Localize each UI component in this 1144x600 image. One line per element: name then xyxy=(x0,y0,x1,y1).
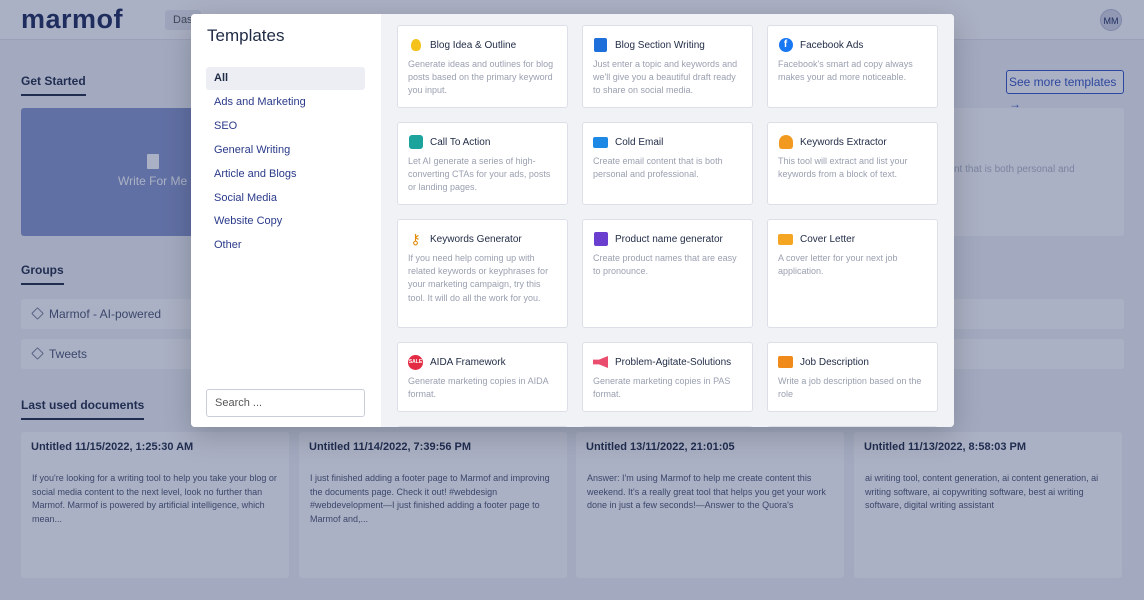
category-ads-marketing[interactable]: Ads and Marketing xyxy=(206,91,365,114)
template-description: Create product names that are easy to pr… xyxy=(593,253,737,277)
template-name: Blog Idea & Outline xyxy=(430,39,517,51)
template-description: Generate ideas and outlines for blog pos… xyxy=(408,59,554,96)
template-card-partial[interactable] xyxy=(767,426,938,427)
category-article-blogs[interactable]: Article and Blogs xyxy=(206,163,365,186)
template-description: Generate marketing copies in AIDA format… xyxy=(408,376,549,400)
template-description: Let AI generate a series of high-convert… xyxy=(408,156,551,193)
template-card[interactable]: Cover Letter A cover letter for your nex… xyxy=(767,219,938,328)
category-social-media[interactable]: Social Media xyxy=(206,187,365,210)
modal-title: Templates xyxy=(207,26,285,45)
category-general-writing[interactable]: General Writing xyxy=(206,139,365,162)
template-name: AIDA Framework xyxy=(430,356,506,368)
facebook-icon: f xyxy=(778,38,793,53)
template-card[interactable]: Blog Idea & Outline Generate ideas and o… xyxy=(397,25,568,108)
template-card[interactable]: Keywords Extractor This tool will extrac… xyxy=(767,122,938,205)
template-description: Write a job description based on the rol… xyxy=(778,376,922,400)
template-card-partial[interactable] xyxy=(397,426,568,427)
template-description: Just enter a topic and keywords and we'l… xyxy=(593,59,738,96)
template-card[interactable]: Problem-Agitate-Solutions Generate marke… xyxy=(582,342,753,412)
template-description: If you need help coming up with related … xyxy=(408,253,549,303)
category-website-copy[interactable]: Website Copy xyxy=(206,210,365,233)
templates-modal: Templates All Ads and Marketing SEO Gene… xyxy=(191,14,954,427)
megaphone-icon xyxy=(593,355,608,370)
template-name: Problem-Agitate-Solutions xyxy=(615,356,732,368)
template-description: This tool will extract and list your key… xyxy=(778,156,908,180)
template-name: Call To Action xyxy=(430,136,491,148)
template-description: A cover letter for your next job applica… xyxy=(778,253,898,277)
template-name: Keywords Extractor xyxy=(800,136,887,148)
template-card[interactable]: ⚷ Keywords Generator If you need help com… xyxy=(397,219,568,328)
category-sidebar: Templates All Ads and Marketing SEO Gene… xyxy=(191,14,381,427)
key-icon: ⚷ xyxy=(410,230,421,247)
briefcase-icon xyxy=(778,355,793,370)
template-card-partial[interactable] xyxy=(582,426,753,427)
envelope-icon xyxy=(778,232,793,247)
category-seo[interactable]: SEO xyxy=(206,115,365,138)
template-description: Create email content that is both person… xyxy=(593,156,723,180)
lightbulb-icon xyxy=(408,38,423,53)
template-card[interactable]: Job Description Write a job description … xyxy=(767,342,938,412)
template-description: Facebook's smart ad copy always makes yo… xyxy=(778,59,913,83)
template-name: Blog Section Writing xyxy=(615,39,705,51)
template-name: Job Description xyxy=(800,356,869,368)
product-icon xyxy=(593,232,608,247)
search-input[interactable] xyxy=(206,389,365,417)
template-card[interactable]: Blog Section Writing Just enter a topic … xyxy=(582,25,753,108)
email-icon xyxy=(593,135,608,150)
template-name: Cover Letter xyxy=(800,233,856,245)
template-description: Generate marketing copies in PAS format. xyxy=(593,376,731,400)
template-name: Facebook Ads xyxy=(800,39,864,51)
template-card[interactable]: Call To Action Let AI generate a series … xyxy=(397,122,568,205)
category-all[interactable]: All xyxy=(206,67,365,90)
template-card[interactable]: Product name generator Create product na… xyxy=(582,219,753,328)
category-other[interactable]: Other xyxy=(206,234,365,257)
template-name: Product name generator xyxy=(615,233,723,245)
blog-icon xyxy=(593,38,608,53)
keywords-extractor-icon xyxy=(778,135,793,150)
sale-badge-icon: SALE xyxy=(408,354,423,370)
templates-grid: Blog Idea & Outline Generate ideas and o… xyxy=(381,14,954,427)
template-name: Keywords Generator xyxy=(430,233,522,245)
template-name: Cold Email xyxy=(615,136,664,148)
template-card[interactable]: SALE AIDA Framework Generate marketing co… xyxy=(397,342,568,412)
template-card[interactable]: f Facebook Ads Facebook's smart ad copy a… xyxy=(767,25,938,108)
template-card[interactable]: Cold Email Create email content that is … xyxy=(582,122,753,205)
cta-icon xyxy=(408,135,423,150)
